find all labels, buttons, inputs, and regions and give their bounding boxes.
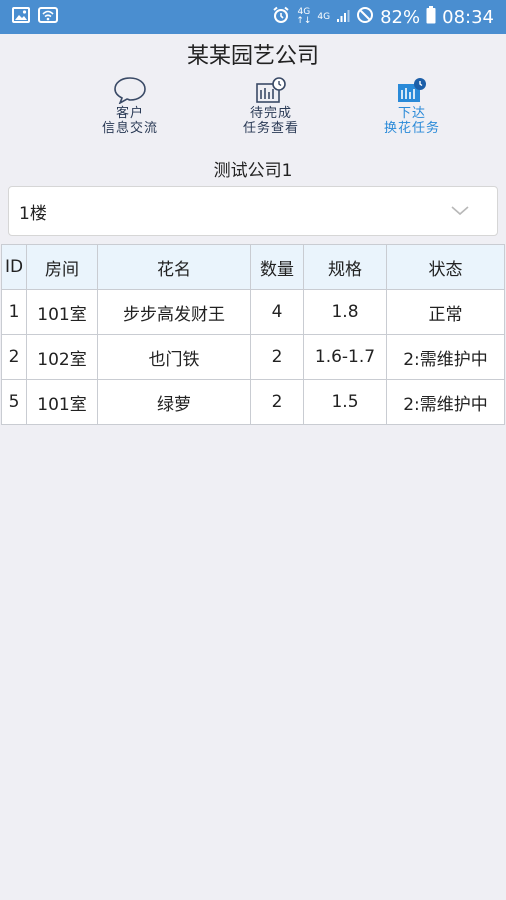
- cell-flower-name: 也门铁: [97, 334, 251, 380]
- cell-id: 2: [1, 334, 27, 380]
- cell-id: 5: [1, 379, 27, 425]
- cell-status: 2:需维护中: [386, 379, 505, 425]
- page-title: 某某园艺公司: [186, 44, 319, 69]
- cell-quantity: 2: [250, 334, 304, 380]
- signal-icon: [336, 7, 350, 28]
- tool-dispatch-flower-task[interactable]: 下达 换花任务: [352, 76, 472, 136]
- column-header-flower-name: 花名: [97, 244, 251, 290]
- cell-spec: 1.5: [303, 379, 387, 425]
- alarm-icon: [272, 6, 290, 29]
- cell-status: 正常: [386, 289, 505, 335]
- network-indicator-1: 4G ↑↓: [296, 7, 312, 26]
- tool-label-line1: 下达: [397, 106, 426, 121]
- tool-label-line2: 信息交流: [101, 121, 158, 136]
- cell-quantity: 2: [250, 379, 304, 425]
- image-icon: [12, 7, 30, 27]
- column-header-room: 房间: [26, 244, 98, 290]
- cell-status: 2:需维护中: [386, 334, 505, 380]
- battery-icon: [426, 5, 436, 29]
- cell-flower-name: 步步高发财王: [97, 289, 251, 335]
- clock: 08:34: [442, 6, 494, 28]
- task-list-icon: [256, 77, 286, 103]
- cell-spec: 1.6-1.7: [303, 334, 387, 380]
- status-bar: 4G ↑↓ 4G 82% 08:34: [0, 0, 506, 34]
- wifi-icon: [38, 7, 58, 27]
- cell-room: 101室: [26, 379, 98, 425]
- cell-quantity: 4: [250, 289, 304, 335]
- tool-pending-tasks[interactable]: 待完成 任务查看: [211, 76, 331, 136]
- table-row[interactable]: 1 101室 步步高发财王 4 1.8 正常: [1, 289, 505, 335]
- cell-room: 101室: [26, 289, 98, 335]
- network-indicator-2: 4G: [317, 11, 331, 22]
- dispatch-task-icon: [398, 78, 426, 102]
- floor-select-value: 1楼: [19, 203, 47, 224]
- table-row[interactable]: 2 102室 也门铁 2 1.6-1.7 2:需维护中: [1, 334, 505, 380]
- toolbar: 客户 信息交流 待完成 任务查看 下达 换花任务: [0, 76, 506, 138]
- column-header-spec: 规格: [303, 244, 387, 290]
- cell-id: 1: [1, 289, 27, 335]
- floor-select[interactable]: 1楼: [8, 186, 498, 236]
- column-header-status: 状态: [386, 244, 505, 290]
- chat-bubble-icon: [114, 77, 146, 104]
- tool-customer-messages[interactable]: 客户 信息交流: [70, 76, 190, 136]
- company-name: 测试公司1: [213, 161, 293, 181]
- table-header-row: ID 房间 花名 数量 规格 状态: [1, 244, 505, 290]
- tool-label-line1: 客户: [115, 106, 144, 121]
- chevron-down-icon: [451, 201, 469, 221]
- do-not-disturb-icon: [356, 6, 374, 29]
- column-header-id: ID: [1, 244, 27, 290]
- tool-label-line2: 任务查看: [242, 121, 299, 136]
- tool-label-line2: 换花任务: [383, 121, 440, 136]
- flower-task-table: ID 房间 花名 数量 规格 状态 1 101室 步步高发财王 4 1.8 正常…: [1, 244, 505, 425]
- cell-room: 102室: [26, 334, 98, 380]
- cell-flower-name: 绿萝: [97, 379, 251, 425]
- column-header-quantity: 数量: [250, 244, 304, 290]
- cell-spec: 1.8: [303, 289, 387, 335]
- battery-percent: 82%: [380, 6, 421, 28]
- tool-label-line1: 待完成: [249, 106, 292, 121]
- table-row[interactable]: 5 101室 绿萝 2 1.5 2:需维护中: [1, 379, 505, 425]
